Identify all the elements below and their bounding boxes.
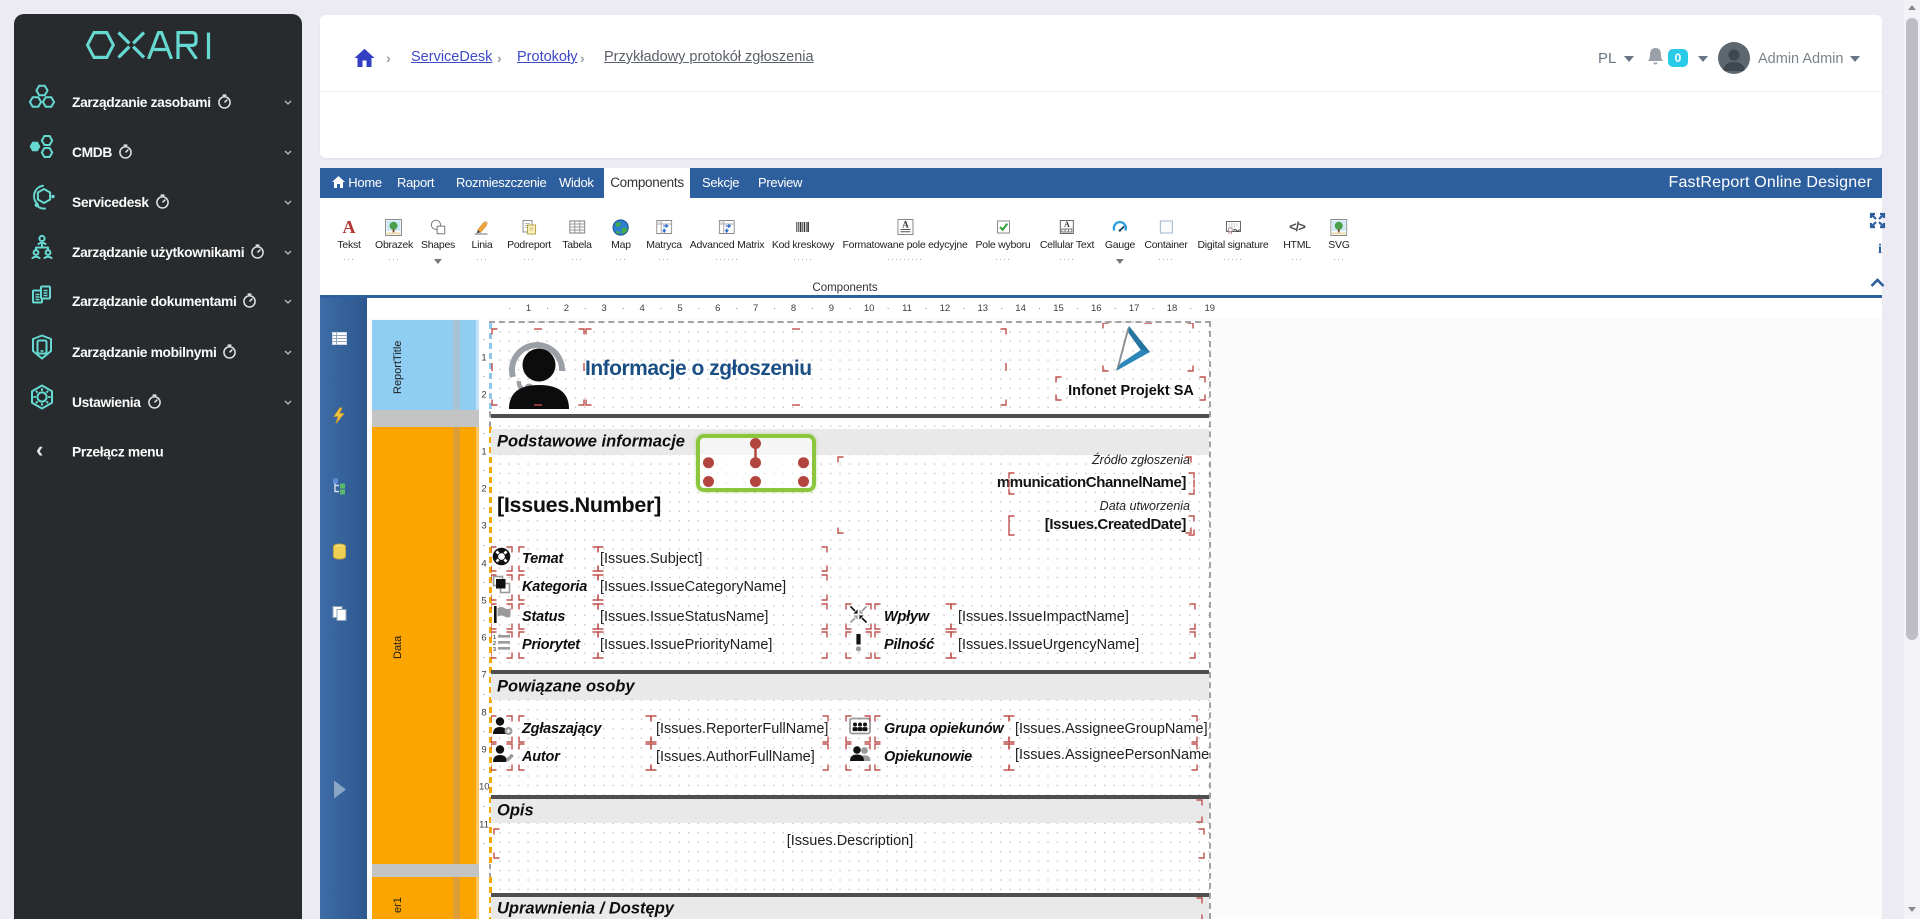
svg-text:A: A <box>902 220 909 230</box>
svg-text:A: A <box>1064 220 1070 229</box>
